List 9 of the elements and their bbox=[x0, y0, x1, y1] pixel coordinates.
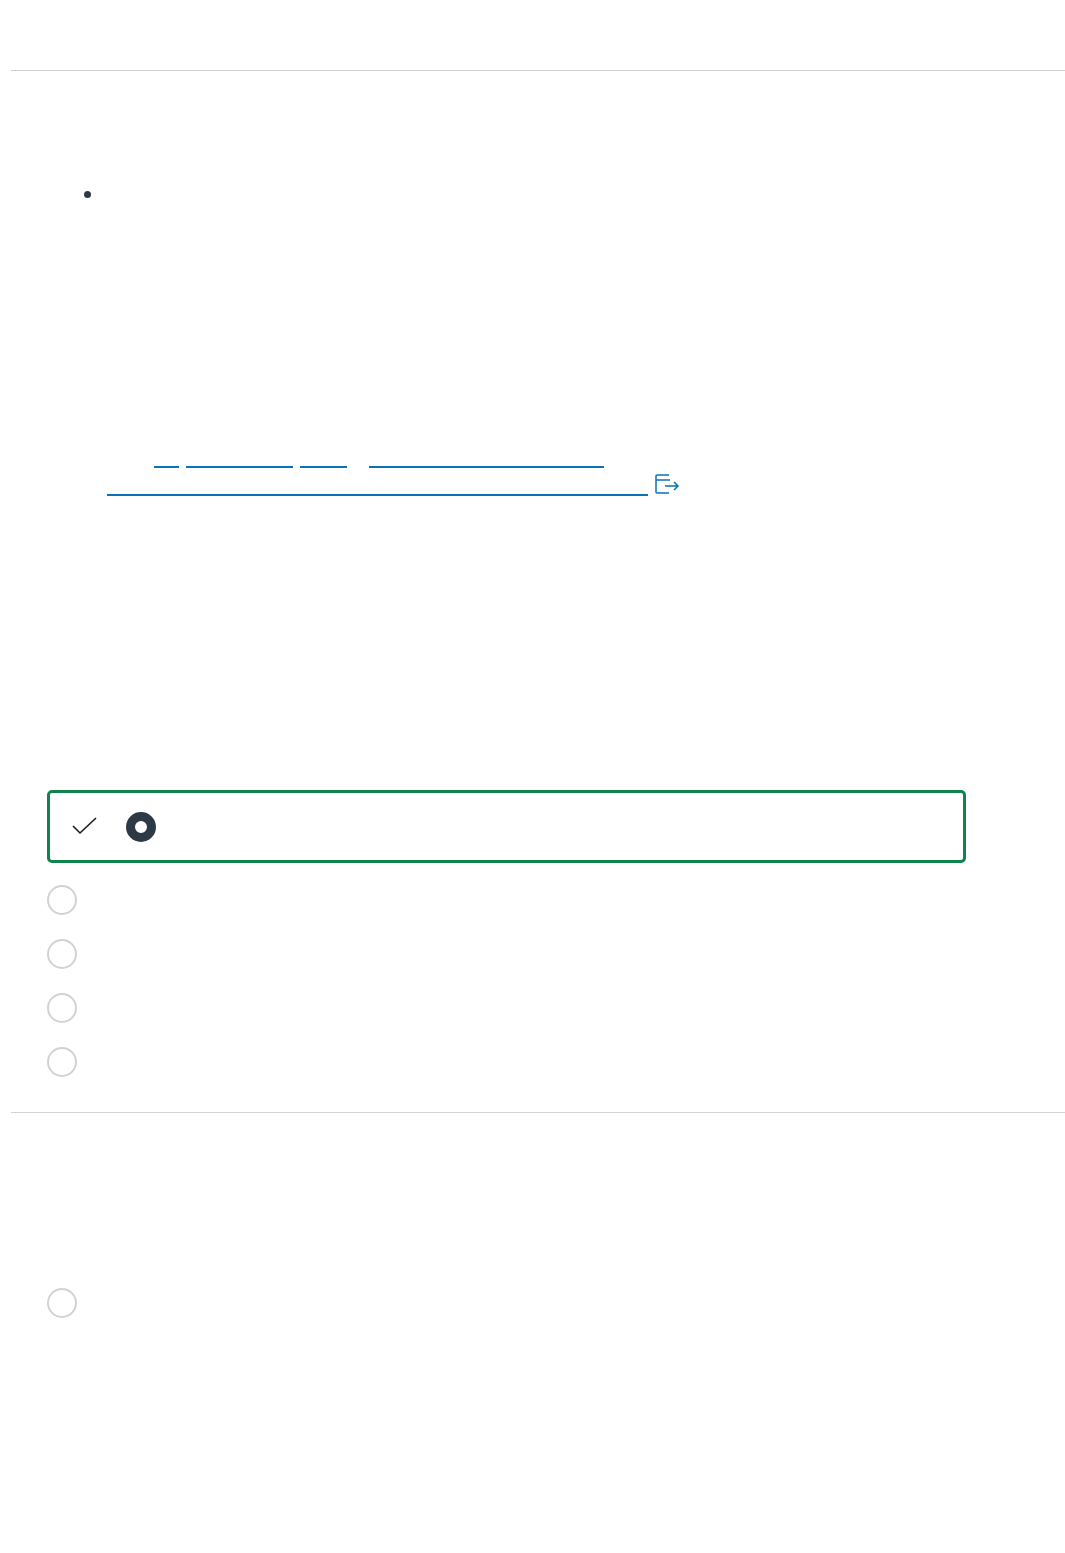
link-underline[interactable] bbox=[154, 466, 179, 468]
radio-button[interactable] bbox=[126, 811, 156, 842]
link-underline[interactable] bbox=[186, 466, 293, 468]
external-link-icon[interactable] bbox=[655, 474, 680, 494]
link-underline[interactable] bbox=[369, 466, 604, 468]
check-icon bbox=[72, 816, 98, 837]
link-underline[interactable] bbox=[300, 466, 347, 468]
answer-option[interactable] bbox=[47, 790, 966, 863]
link-underline[interactable] bbox=[107, 494, 648, 496]
